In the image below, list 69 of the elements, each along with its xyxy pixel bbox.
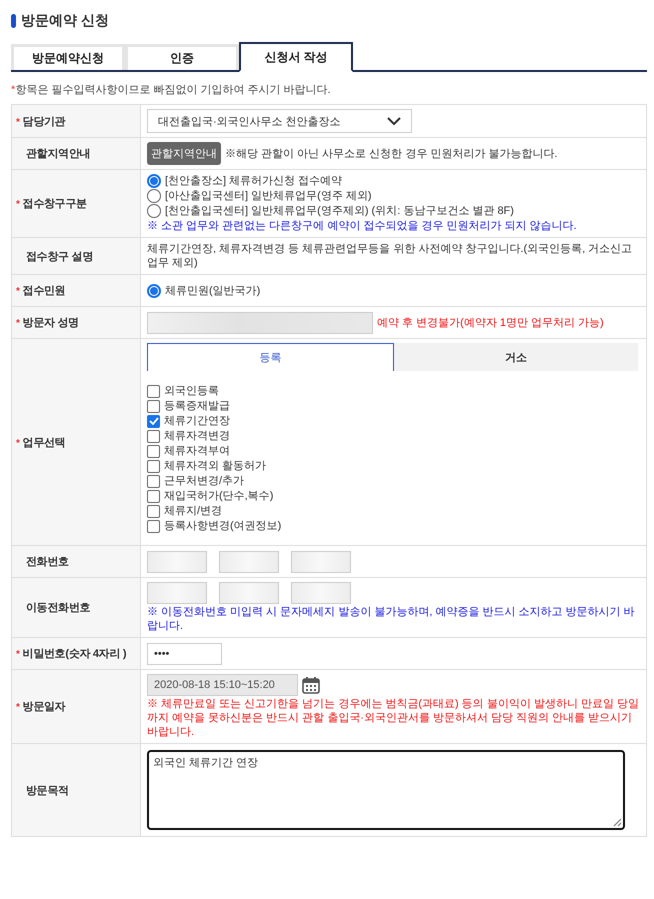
field-label: 방문목적	[26, 784, 69, 798]
checkbox-label: 체류자격부여	[164, 444, 230, 458]
password-field[interactable]: ••••	[147, 642, 222, 664]
checkbox-label: 체류자격변경	[164, 429, 230, 443]
note-text: ※해당 관할이 아닌 사무소로 신청한 경우 민원처리가 불가능합니다.	[225, 146, 558, 160]
checkbox[interactable]	[147, 474, 160, 488]
phone-field[interactable]	[219, 550, 279, 572]
radio-label: [천안출장소] 체류허가신청 접수예약	[165, 174, 342, 188]
checkbox-label: 등록사항변경(여권정보)	[164, 519, 282, 533]
field-label: * 접수민원	[16, 284, 66, 298]
checkbox[interactable]	[147, 460, 160, 472]
radio-label: 체류민원(일반국가)	[165, 284, 260, 298]
field-label: * 업무선택	[16, 436, 66, 450]
step-tab[interactable]: 인증	[125, 44, 239, 70]
field-label: 전화번호	[26, 555, 69, 569]
field-label: 관할지역안내	[26, 147, 90, 161]
category-tab[interactable]: 등록	[147, 343, 394, 371]
field-label: * 방문자 성명	[16, 316, 79, 330]
checkbox[interactable]	[147, 504, 160, 518]
checkbox[interactable]	[147, 444, 160, 458]
checkbox[interactable]	[147, 430, 160, 442]
category-tab[interactable]: 거소	[394, 343, 638, 371]
field-label: 접수창구 설명	[26, 250, 93, 264]
purpose-textarea[interactable]: 외국인 체류기간 연장	[147, 750, 625, 830]
checkbox-label: 등록증재발급	[164, 399, 230, 413]
checkbox[interactable]	[147, 490, 160, 502]
title-bar-icon	[11, 14, 16, 28]
checkbox-label: 외국인등록	[164, 384, 219, 398]
checkbox-label: 체류지/변경	[164, 504, 222, 518]
checkbox[interactable]	[147, 414, 160, 428]
radio-button[interactable]	[147, 284, 161, 298]
checkbox-label: 체류자격외 활동허가	[164, 459, 266, 473]
radio-button[interactable]	[147, 174, 161, 188]
radio-label: [아산출입국센터] 일반체류업무(영주 제외)	[165, 189, 372, 203]
field-label: * 담당기관	[16, 114, 66, 128]
radio-button[interactable]	[147, 204, 161, 218]
warning-text: ※ 이동전화번호 미입력 시 문자메세지 발송이 불가능하며, 예약증을 반드시 소지하고 방문하시기 바랍니다.	[147, 605, 636, 633]
date-field[interactable]: 2020-08-18 15:10~15:20	[147, 674, 298, 696]
organization-select[interactable]: 대전출입국·외국인사무소 천안출장소	[147, 109, 412, 133]
radio-label: [천안출입국센터] 일반체류업무(영주제외) (위치: 동남구보건소 별관 8F)	[165, 204, 514, 218]
checkbox-label: 근무처변경/추가	[164, 474, 244, 488]
chevron-down-icon	[387, 116, 401, 126]
warning-text: 예약 후 변경불가(예약자 1명만 업무처리 가능)	[377, 316, 604, 330]
region-guide-button[interactable]: 관할지역안내	[147, 142, 221, 165]
step-tab[interactable]: 방문예약신청	[11, 44, 125, 70]
phone-field[interactable]	[291, 550, 351, 572]
step-tab[interactable]: 신청서 작성	[239, 42, 353, 72]
checkbox[interactable]	[147, 400, 160, 412]
checkbox-label: 체류기간연장	[164, 414, 230, 428]
required-note: *항목은 필수입력사항이므로 빠짐없이 기입하여 주시기 바랍니다.	[11, 83, 332, 97]
field-label: 이동전화번호	[26, 601, 90, 615]
field-label: * 방문일자	[16, 700, 66, 714]
page-title: 방문예약 신청	[21, 12, 109, 30]
warning-text: ※ 체류만료일 또는 신고기한을 넘기는 경우에는 범칙금(과태료) 등의 불이익이 발생하니 만료일 당일까지 예약을 못하신분은 반드시 관할 출입국·외국인관서를 방문하셔서 담당 직원의 안내를 받으시기 바랍니다.	[147, 697, 640, 739]
phone-field[interactable]	[219, 582, 279, 604]
resize-grip-icon[interactable]	[612, 817, 622, 827]
phone-field[interactable]	[147, 550, 207, 572]
description-text: 체류기간연장, 체류자격변경 등 체류관련업무등을 위한 사전예약 창구입니다.(외국인등록, 거소신고 업무 제외)	[147, 242, 634, 270]
field-label: * 접수창구구분	[16, 197, 87, 211]
checkbox[interactable]	[147, 384, 160, 398]
name-field[interactable]	[147, 312, 373, 334]
radio-button[interactable]	[147, 189, 161, 203]
checkbox[interactable]	[147, 520, 160, 532]
field-label: * 비밀번호(숫자 4자리 )	[16, 647, 126, 661]
warning-text: ※ 소관 업무와 관련없는 다른창구에 예약이 접수되었을 경우 민원처리가 되지 않습니다.	[147, 219, 578, 233]
checkbox-label: 재입국허가(단수,복수)	[164, 489, 274, 503]
phone-field[interactable]	[291, 582, 351, 604]
phone-field[interactable]	[147, 582, 207, 604]
calendar-icon[interactable]	[302, 676, 320, 694]
